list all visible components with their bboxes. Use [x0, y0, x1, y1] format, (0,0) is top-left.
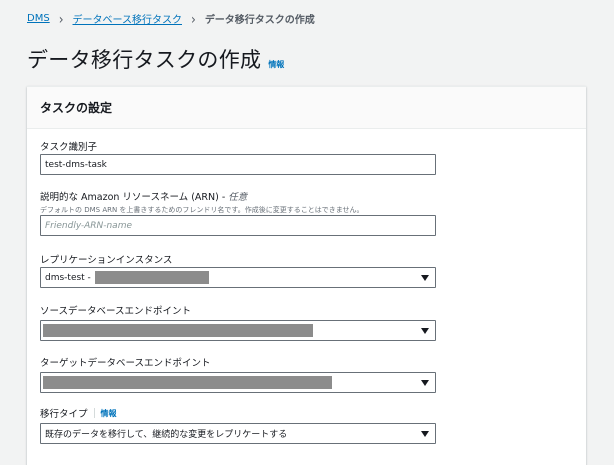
- breadcrumb: DMS › データベース移行タスク › データ移行タスクの作成: [27, 11, 315, 26]
- migration-type-label: 移行タイプ: [40, 409, 88, 420]
- source-endpoint-select[interactable]: [40, 320, 436, 341]
- breadcrumb-dms-link[interactable]: DMS: [27, 13, 50, 24]
- chevron-right-icon: ›: [58, 10, 64, 27]
- migration-type-select[interactable]: 既存のデータを移行して、継続的な変更をレプリケートする: [40, 423, 436, 444]
- page-info-link[interactable]: 情報: [268, 59, 284, 70]
- source-endpoint-label: ソースデータベースエンドポイント: [40, 306, 192, 317]
- redacted-block: [43, 324, 313, 337]
- replication-instance-label: レプリケーションインスタンス: [40, 255, 173, 266]
- migration-type-field: 移行タイプ 情報 既存のデータを移行して、継続的な変更をレプリケートする: [40, 406, 436, 444]
- migration-type-label-row: 移行タイプ 情報: [40, 406, 436, 420]
- page: DMS › データベース移行タスク › データ移行タスクの作成 データ移行タスク…: [0, 0, 614, 465]
- arn-description: デフォルトの DMS ARN を上書きするためのフレンドリ名です。作成後に変更す…: [40, 206, 364, 214]
- task-settings-panel: タスクの設定 タスク識別子 説明的な Amazon リソースネーム (ARN) …: [27, 86, 586, 465]
- divider: [93, 408, 95, 418]
- caret-down-icon: [421, 431, 429, 437]
- page-title: データ移行タスクの作成: [27, 48, 262, 72]
- panel-title: タスクの設定: [40, 101, 113, 115]
- breadcrumb-migration-tasks-link[interactable]: データベース移行タスク: [73, 11, 183, 26]
- arn-field: 説明的な Amazon リソースネーム (ARN) - 任意 デフォルトの DM…: [40, 189, 436, 236]
- arn-input[interactable]: [40, 215, 436, 236]
- chevron-right-icon: ›: [191, 10, 196, 27]
- source-endpoint-field: ソースデータベースエンドポイント: [40, 303, 436, 341]
- arn-label-text: 説明的な Amazon リソースネーム (ARN) -: [40, 192, 226, 203]
- caret-down-icon: [421, 380, 429, 386]
- replication-instance-select[interactable]: dms-test -: [40, 267, 436, 288]
- migration-type-value: 既存のデータを移行して、継続的な変更をレプリケートする: [45, 430, 288, 440]
- target-endpoint-select[interactable]: [40, 372, 436, 393]
- target-endpoint-field: ターゲットデータベースエンドポイント: [40, 355, 436, 393]
- caret-down-icon: [421, 275, 429, 281]
- redacted-block: [94, 271, 209, 284]
- title-row: データ移行タスクの作成 情報: [27, 44, 284, 74]
- task-identifier-input[interactable]: [40, 154, 436, 175]
- migration-type-info-link[interactable]: 情報: [101, 408, 117, 419]
- redacted-block: [43, 376, 332, 389]
- arn-label: 説明的な Amazon リソースネーム (ARN) - 任意: [40, 189, 436, 203]
- replication-instance-field: レプリケーションインスタンス dms-test -: [40, 252, 436, 288]
- target-endpoint-label: ターゲットデータベースエンドポイント: [40, 358, 211, 369]
- panel-header: タスクの設定: [27, 87, 586, 129]
- caret-down-icon: [421, 328, 429, 334]
- task-identifier-label: タスク識別子: [40, 142, 98, 153]
- arn-optional-text: 任意: [228, 192, 248, 203]
- replication-instance-value: dms-test -: [45, 272, 91, 283]
- task-identifier-field: タスク識別子: [40, 139, 436, 175]
- breadcrumb-current: データ移行タスクの作成: [204, 15, 315, 26]
